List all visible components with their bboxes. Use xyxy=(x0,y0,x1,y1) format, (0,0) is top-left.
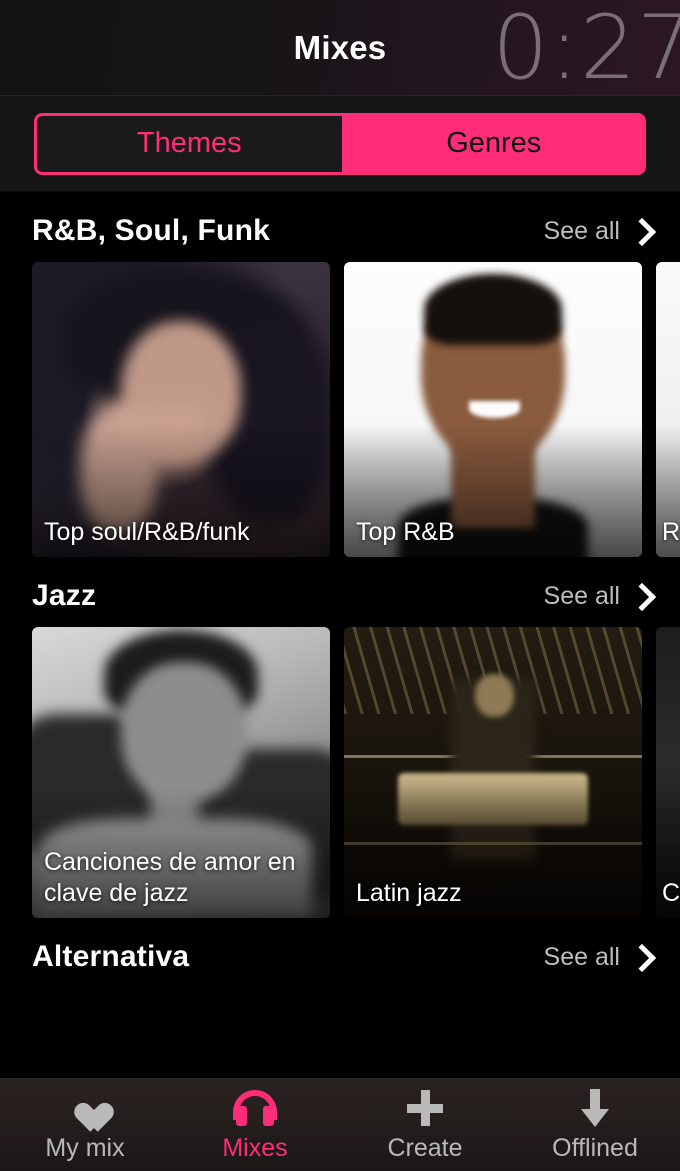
mix-card[interactable]: Top R&B xyxy=(344,262,642,557)
nav-item-mixes[interactable]: Mixes xyxy=(170,1079,340,1171)
section-rnb-soul-funk: R&B, Soul, Funk See all Top soul/R&B/fun… xyxy=(0,192,680,557)
chevron-right-icon xyxy=(630,947,650,967)
nav-label: My mix xyxy=(45,1133,125,1162)
headphones-icon xyxy=(233,1088,277,1128)
see-all-rnb-soul-funk[interactable]: See all xyxy=(544,217,650,246)
app-header: Mixes 0:27 xyxy=(0,0,680,96)
card-row[interactable]: Top soul/R&B/funk Top R&B R xyxy=(0,262,680,557)
tab-genres[interactable]: Genres xyxy=(341,112,646,175)
card-label: Top soul/R&B/funk xyxy=(44,517,250,546)
mix-card-partial[interactable]: R xyxy=(656,262,680,557)
tab-themes[interactable]: Themes xyxy=(34,112,342,175)
mix-card-partial[interactable]: C xyxy=(656,627,680,918)
card-row[interactable]: Canciones de amor en clave de jazz Latin… xyxy=(0,627,680,918)
section-header: Alternativa See all xyxy=(0,928,680,988)
mix-card[interactable]: Canciones de amor en clave de jazz xyxy=(32,627,330,918)
plus-icon xyxy=(407,1088,443,1128)
card-label: R xyxy=(662,517,680,546)
card-label: C xyxy=(662,878,680,907)
download-arrow-icon xyxy=(578,1088,612,1128)
nav-item-create[interactable]: Create xyxy=(340,1079,510,1171)
card-label: Latin jazz xyxy=(356,878,462,907)
bottom-navigation: My mix Mixes Create Offlined xyxy=(0,1078,680,1171)
app-root: Mixes 0:27 Themes Genres R&B, Soul, Funk… xyxy=(0,0,680,1171)
section-title: R&B, Soul, Funk xyxy=(32,214,270,247)
nav-item-offlined[interactable]: Offlined xyxy=(510,1079,680,1171)
nav-label: Create xyxy=(387,1133,463,1162)
segmented-control: Themes Genres xyxy=(34,112,646,175)
mix-card[interactable]: Latin jazz xyxy=(344,627,642,918)
section-header: R&B, Soul, Funk See all xyxy=(0,202,680,262)
mix-card[interactable]: Top soul/R&B/funk xyxy=(32,262,330,557)
nav-label: Offlined xyxy=(552,1133,638,1162)
section-title: Jazz xyxy=(32,579,97,612)
section-title: Alternativa xyxy=(32,940,190,973)
section-header: Jazz See all xyxy=(0,567,680,627)
genre-list-scroll[interactable]: R&B, Soul, Funk See all Top soul/R&B/fun… xyxy=(0,192,680,1171)
playback-timer: 0:27 xyxy=(492,0,680,96)
nav-label: Mixes xyxy=(222,1133,288,1162)
page-title: Mixes xyxy=(293,28,387,66)
see-all-label: See all xyxy=(543,581,620,610)
see-all-label: See all xyxy=(543,942,620,971)
chevron-right-icon xyxy=(630,586,650,606)
tabbar: Themes Genres xyxy=(0,96,680,192)
section-jazz: Jazz See all Canciones de amor en clave … xyxy=(0,557,680,918)
see-all-label: See all xyxy=(543,216,620,245)
card-label: Canciones de amor en clave de jazz xyxy=(44,848,296,907)
card-label: Top R&B xyxy=(356,517,455,546)
nav-item-my-mix[interactable]: My mix xyxy=(0,1079,170,1171)
see-all-jazz[interactable]: See all xyxy=(544,582,650,611)
see-all-alternativa[interactable]: See all xyxy=(544,943,650,972)
heart-icon xyxy=(67,1088,103,1128)
section-alternativa: Alternativa See all xyxy=(0,918,680,988)
chevron-right-icon xyxy=(630,221,650,241)
